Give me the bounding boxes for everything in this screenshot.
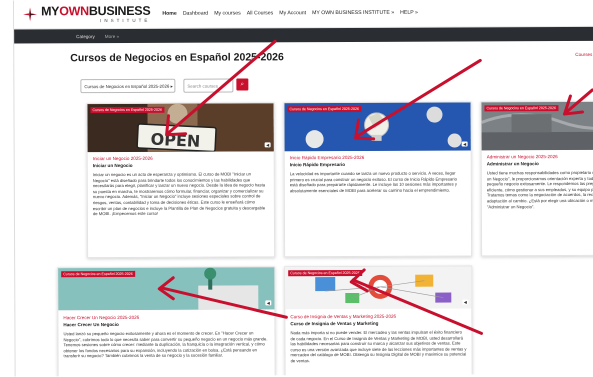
category-bar: Category More » bbox=[14, 26, 593, 44]
course-title[interactable]: Administrar un Negocio 2025-2026 bbox=[487, 154, 558, 159]
page-title: Cursos de Negocios en Español 2025-2026 bbox=[70, 51, 284, 65]
course-subtitle: Inicio Rápido Empresario bbox=[289, 162, 346, 168]
course-category-tag: Cursos de Negocios en Español 2025-2026 bbox=[287, 105, 362, 113]
course-description: Usted lanzó su pequeño negocio exitosame… bbox=[63, 330, 268, 359]
nav-my-courses[interactable]: My courses bbox=[214, 10, 241, 16]
nav-all-courses[interactable]: All Courses bbox=[247, 10, 274, 16]
category-select[interactable]: Cursos de Negocios en Español 2025-2026 … bbox=[80, 78, 176, 94]
main-menu: Home Dashboard My courses All Courses My… bbox=[162, 10, 418, 17]
course-category-tag: Cursos de Negocios en Español 2025-2026 bbox=[288, 269, 362, 277]
course-image[interactable]: Cursos de Negocios en Español 2025-2026 bbox=[481, 101, 593, 151]
course-subtitle: Administrar un Negocio bbox=[486, 161, 539, 167]
course-image[interactable]: Cursos de Negocios en Español 2025-2026 … bbox=[284, 102, 471, 152]
course-card[interactable]: Cursos de Negocios en Español 2025-2026 … bbox=[284, 265, 473, 377]
course-card[interactable]: OPEN Cursos de Negocios en Español 2025-… bbox=[86, 102, 276, 259]
more-menu[interactable]: More » bbox=[105, 33, 119, 38]
course-title[interactable]: Iniciar un Negocio 2025-2026 bbox=[93, 156, 153, 161]
course-category-tag: Cursos de Negocios en Español 2025-2026 bbox=[61, 270, 135, 278]
left-drawer-strip bbox=[0, 0, 16, 377]
logo[interactable]: MYOWNBUSINESS INSTITUTE bbox=[22, 3, 151, 24]
speaker-icon[interactable]: ◀ bbox=[461, 141, 468, 147]
course-image[interactable]: OPEN Cursos de Negocios en Español 2025-… bbox=[87, 103, 274, 153]
nav-dashboard[interactable]: Dashboard bbox=[183, 11, 208, 17]
course-image[interactable]: Cursos de Negocios en Español 2025-2026 … bbox=[58, 267, 275, 311]
top-navbar: MYOWNBUSINESS INSTITUTE Home Dashboard M… bbox=[14, 0, 593, 30]
breadcrumb-courses[interactable]: Courses bbox=[575, 52, 592, 57]
brand-name: MYOWNBUSINESS bbox=[41, 3, 151, 19]
nav-institute[interactable]: MY OWN BUSINESS INSTITUTE » bbox=[312, 10, 394, 16]
category-link[interactable]: Category bbox=[76, 34, 95, 39]
open-sign-text: OPEN bbox=[150, 130, 201, 151]
course-title[interactable]: Curso de Insignia de Ventas y Marketing … bbox=[290, 314, 396, 319]
course-description: Nada más importa si no puede vender. El … bbox=[290, 329, 467, 364]
course-subtitle: Iniciar un Negocio bbox=[92, 162, 133, 169]
course-card[interactable]: Cursos de Negocios en Español 2025-2026 … bbox=[480, 100, 593, 257]
course-title[interactable]: Hacer Crecer Un Negocio 2025-2026 bbox=[63, 315, 139, 320]
speaker-icon[interactable]: ◀ bbox=[264, 142, 271, 148]
course-subtitle: Curso de Insignia de Ventas y Marketing bbox=[290, 320, 379, 327]
course-description: Iniciar un negocio es un acto de esperan… bbox=[92, 171, 266, 217]
search-input[interactable]: Search courses bbox=[183, 78, 234, 93]
course-description: Usted tiene muchas responsabilidades com… bbox=[486, 169, 593, 209]
course-subtitle: Hacer Crecer Un Negocio bbox=[63, 322, 119, 328]
course-card[interactable]: Cursos de Negocios en Español 2025-2026 … bbox=[283, 101, 473, 258]
speaker-icon[interactable]: ◀ bbox=[265, 300, 272, 306]
chevron-down-icon: ▸ bbox=[170, 83, 173, 89]
nav-my-account[interactable]: My Account bbox=[279, 10, 306, 16]
course-category-tag: Cursos de Negocios en Español 2025-2026 bbox=[90, 106, 165, 114]
search-button[interactable]: ⌕ bbox=[236, 78, 249, 91]
app-window: MYOWNBUSINESS INSTITUTE Home Dashboard M… bbox=[0, 0, 593, 377]
course-image[interactable]: Cursos de Negocios en Español 2025-2026 … bbox=[285, 266, 472, 310]
logo-icon bbox=[22, 6, 38, 22]
course-description: La velocidad es importante cuando se lan… bbox=[289, 170, 457, 194]
course-title[interactable]: Inicio Rápido Empresario 2025-2026 bbox=[290, 155, 365, 160]
speaker-icon[interactable]: ◀ bbox=[462, 299, 469, 305]
nav-home[interactable]: Home bbox=[162, 11, 176, 17]
nav-help[interactable]: HELP » bbox=[400, 10, 418, 16]
course-category-tag: Cursos de Negocios en Español 2025-2026 bbox=[484, 105, 559, 112]
search-icon: ⌕ bbox=[240, 81, 245, 88]
brand-subtitle: INSTITUTE bbox=[100, 17, 151, 23]
course-card[interactable]: Cursos de Negocios en Español 2025-2026 … bbox=[57, 266, 276, 377]
